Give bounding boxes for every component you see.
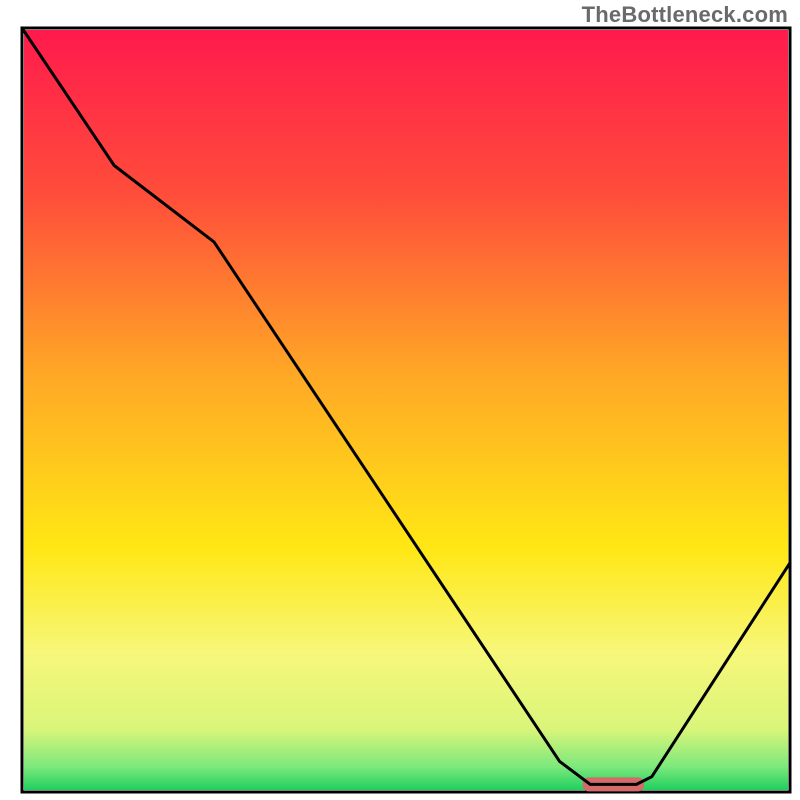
chart-frame: TheBottleneck.com xyxy=(0,0,800,800)
bottleneck-chart xyxy=(0,0,800,800)
plot-background xyxy=(24,30,788,790)
